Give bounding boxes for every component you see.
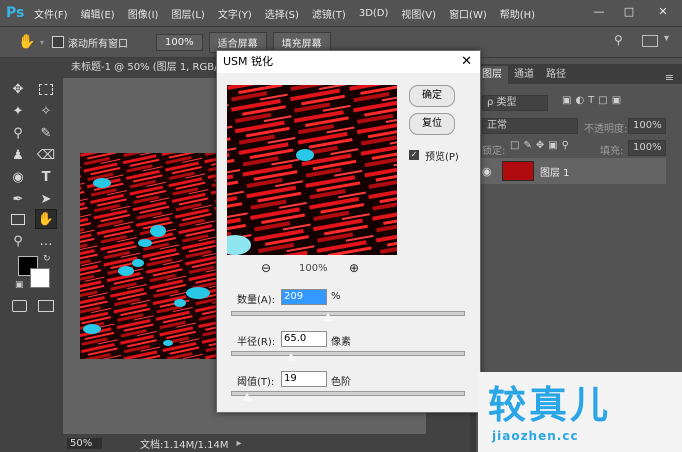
- amount-unit: %: [331, 291, 341, 302]
- close-icon[interactable]: ✕: [461, 51, 472, 73]
- amount-label: 数量(A):: [237, 295, 276, 306]
- stamp-icon[interactable]: ♟: [8, 146, 28, 164]
- eraser-icon[interactable]: ⌫: [36, 146, 56, 164]
- tab-channels[interactable]: 通道: [508, 66, 540, 84]
- zoom-in-icon[interactable]: ⊕: [349, 261, 359, 275]
- close-icon[interactable]: ✕: [644, 0, 682, 22]
- layer-thumbnail: [502, 161, 534, 181]
- maximize-icon[interactable]: □: [614, 0, 644, 22]
- fill-label: 填充:: [600, 146, 624, 157]
- menu-type[interactable]: 文字(Y): [218, 6, 252, 21]
- hand-icon[interactable]: ✋: [18, 34, 40, 50]
- radius-label: 半径(R):: [237, 337, 276, 348]
- more-tools-icon[interactable]: …: [36, 232, 56, 250]
- default-colors-icon[interactable]: ▣: [15, 280, 24, 290]
- watermark-main: 较真儿: [488, 383, 612, 427]
- radius-slider-thumb[interactable]: [286, 353, 297, 361]
- menu-help[interactable]: 帮助(H): [500, 6, 535, 21]
- dialog-title: USM 锐化: [223, 55, 274, 68]
- zoom-level-field[interactable]: 50%: [67, 437, 102, 449]
- preview-label: 预览(P): [425, 152, 459, 163]
- screen-mode-icon[interactable]: [38, 300, 54, 312]
- minimize-icon[interactable]: —: [584, 0, 614, 22]
- visibility-eye-icon[interactable]: ◉: [482, 165, 498, 178]
- threshold-input[interactable]: 19: [281, 371, 327, 387]
- reset-button[interactable]: 复位: [409, 113, 455, 135]
- tool-panel: ✥ ✦ ✧ ⚲ ✎ ♟ ⌫ ◉ T ✒ ➤ ✋ ⚲ … ↻ ▣: [0, 58, 64, 452]
- tab-paths[interactable]: 路径: [540, 66, 572, 84]
- watermark-sub: jiaozhen.cc: [492, 429, 579, 443]
- photoshop-logo: Ps: [6, 5, 25, 21]
- hand-tool-icon[interactable]: ✋: [35, 209, 57, 229]
- move-tool-icon[interactable]: ✥: [8, 80, 28, 98]
- layer-name[interactable]: 图层 1: [540, 164, 570, 179]
- opacity-field[interactable]: 100%: [628, 118, 666, 134]
- radius-slider-track[interactable]: [231, 351, 465, 356]
- zoom-out-icon[interactable]: ⊖: [261, 261, 271, 275]
- panel-menu-icon[interactable]: ≡: [665, 71, 674, 84]
- menu-window[interactable]: 窗口(W): [449, 6, 487, 21]
- layers-panel-tabs: 图层 通道 路径 ≡: [476, 64, 682, 84]
- status-bar: 50% 文档:1.14M/1.14M ▸: [63, 434, 470, 452]
- brush-icon[interactable]: ✎: [36, 124, 56, 142]
- amount-input[interactable]: 209: [281, 289, 327, 305]
- swap-colors-icon[interactable]: ↻: [43, 254, 51, 264]
- doc-info: 文档:1.14M/1.14M: [140, 439, 229, 451]
- paint-bucket-icon[interactable]: ◉: [8, 168, 28, 186]
- lasso-tool-icon[interactable]: ✦: [8, 102, 28, 120]
- opacity-label: 不透明度:: [584, 124, 628, 135]
- magic-wand-icon[interactable]: ✧: [36, 102, 56, 120]
- blend-mode-select[interactable]: 正常: [482, 118, 578, 134]
- menu-edit[interactable]: 编辑(E): [81, 6, 115, 21]
- threshold-label: 阈值(T):: [237, 377, 275, 388]
- menu-view[interactable]: 视图(V): [401, 6, 436, 21]
- preview-image[interactable]: [227, 85, 397, 255]
- chevron-down-icon[interactable]: ▾: [40, 38, 44, 47]
- document-tab[interactable]: 未标题-1 @ 50% (图层 1, RGB/8: [63, 58, 231, 78]
- menu-3d[interactable]: 3D(D): [359, 8, 389, 19]
- menu-filter[interactable]: 滤镜(T): [312, 6, 346, 21]
- radius-unit: 像素: [331, 337, 351, 348]
- unsharp-mask-dialog: USM 锐化 ✕ 确定 复位 ✓ 预览(P) ⊖ 100% ⊕ 数量(A): 2…: [216, 50, 481, 413]
- zoom-tool-icon[interactable]: ⚲: [8, 232, 28, 250]
- workspace-icon[interactable]: [642, 35, 658, 47]
- chevron-down-icon[interactable]: ▾: [664, 33, 669, 44]
- menu-select[interactable]: 选择(S): [265, 6, 299, 21]
- dialog-titlebar: USM 锐化 ✕: [217, 51, 480, 73]
- menu-layer[interactable]: 图层(L): [171, 6, 204, 21]
- eyedropper-icon[interactable]: ⚲: [8, 124, 28, 142]
- menu-bar: Ps 文件(F) 编辑(E) 图像(I) 图层(L) 文字(Y) 选择(S) 滤…: [0, 0, 682, 26]
- filter-icons[interactable]: ▣◐T□▣: [562, 95, 625, 106]
- radius-input[interactable]: 65.0: [281, 331, 327, 347]
- pen-tool-icon[interactable]: ✒: [8, 190, 28, 208]
- canvas-image: [80, 153, 220, 359]
- background-color-swatch[interactable]: [30, 268, 50, 288]
- type-tool-icon[interactable]: T: [36, 168, 56, 186]
- menu-file[interactable]: 文件(F): [34, 6, 68, 21]
- threshold-slider-track[interactable]: [231, 391, 465, 396]
- watermark: 较真儿 jiaozhen.cc: [478, 372, 682, 452]
- zoom-100-button[interactable]: 100%: [156, 33, 203, 51]
- scroll-all-label: 滚动所有窗口: [68, 38, 129, 50]
- kind-filter[interactable]: ρ 类型: [482, 95, 548, 111]
- threshold-unit: 色阶: [331, 377, 351, 388]
- amount-slider-track[interactable]: [231, 311, 465, 316]
- lock-label: 锁定:: [482, 146, 506, 157]
- marquee-tool-icon[interactable]: [36, 80, 56, 98]
- layer-row[interactable]: ◉ 图层 1: [476, 158, 666, 184]
- scroll-all-checkbox[interactable]: [52, 36, 65, 48]
- fill-field[interactable]: 100%: [628, 140, 666, 156]
- quick-mask-icon[interactable]: [12, 300, 27, 312]
- menu-image[interactable]: 图像(I): [128, 6, 159, 21]
- rectangle-tool-icon[interactable]: [8, 210, 28, 228]
- preview-checkbox[interactable]: ✓: [409, 150, 419, 160]
- lock-icons[interactable]: □✎✥▣⚲: [510, 140, 573, 151]
- amount-slider-thumb[interactable]: [323, 313, 334, 321]
- ok-button[interactable]: 确定: [409, 85, 455, 107]
- threshold-slider-thumb[interactable]: [242, 393, 253, 401]
- preview-zoom: 100%: [299, 263, 328, 274]
- search-icon[interactable]: ⚲: [614, 33, 623, 47]
- path-select-icon[interactable]: ➤: [36, 190, 56, 208]
- chevron-right-icon[interactable]: ▸: [237, 438, 242, 449]
